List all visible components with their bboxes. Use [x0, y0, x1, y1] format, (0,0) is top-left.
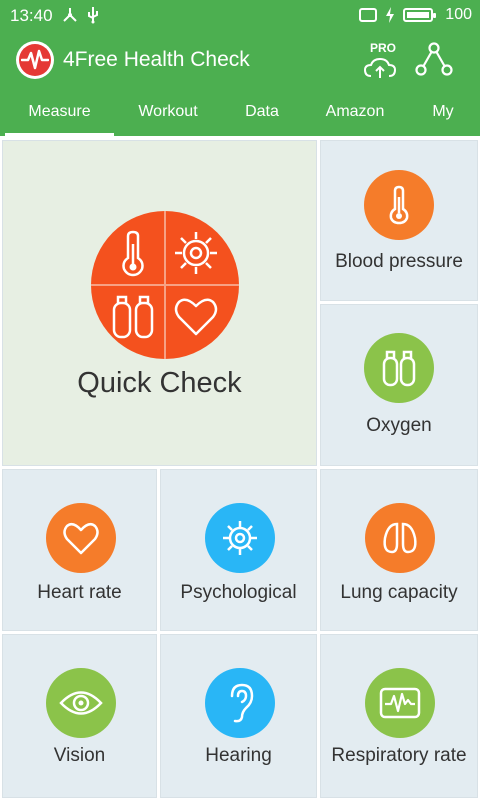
share-button[interactable] — [414, 42, 454, 78]
vision-label: Vision — [53, 745, 106, 766]
heart-rate-label: Heart rate — [37, 582, 122, 603]
tab-my[interactable]: My — [408, 88, 478, 136]
battery-icon — [403, 8, 437, 22]
pro-label: PRO — [370, 41, 397, 55]
share-icon — [415, 42, 453, 76]
quick-check-icon — [91, 211, 239, 359]
pro-upgrade-button[interactable]: PRO — [362, 40, 398, 80]
cloud-upload-icon — [363, 57, 397, 78]
blood-pressure-icon — [364, 170, 434, 240]
app-title: 4Free Health Check — [63, 48, 250, 71]
psychological-label: Psychological — [180, 582, 297, 603]
vision-icon — [46, 668, 116, 738]
status-time: 13:40 — [10, 6, 53, 25]
usb-icon — [88, 7, 98, 24]
vision-tile[interactable]: Vision — [2, 634, 157, 798]
respiratory-rate-tile[interactable]: Respiratory rate — [320, 634, 478, 798]
oxygen-tanks-icon — [112, 295, 154, 339]
battery-level: 100 — [445, 6, 472, 23]
charging-icon — [386, 7, 395, 23]
lung-capacity-label: Lung capacity — [340, 582, 458, 603]
gear-icon — [175, 232, 217, 274]
heart-rate-tile[interactable]: Heart rate — [2, 469, 157, 631]
tab-amazon[interactable]: Amazon — [306, 88, 404, 136]
message-icon — [359, 8, 378, 22]
thermometer-icon — [122, 230, 144, 277]
lung-capacity-tile[interactable]: Lung capacity — [320, 469, 478, 631]
oxygen-icon — [364, 333, 434, 403]
app-logo-icon — [16, 41, 54, 79]
lung-capacity-icon — [365, 503, 435, 573]
oxygen-tile[interactable]: Oxygen — [320, 304, 478, 466]
status-bar: 13:40 100 — [0, 0, 480, 32]
oxygen-label: Oxygen — [366, 415, 432, 436]
hearing-label: Hearing — [205, 745, 272, 766]
app-bar: 4Free Health Check PRO — [0, 32, 480, 88]
hearing-tile[interactable]: Hearing — [160, 634, 317, 798]
tab-bar: Measure Workout Data Amazon My — [0, 88, 480, 136]
network-icon — [63, 8, 77, 22]
tab-measure[interactable]: Measure — [5, 88, 114, 136]
measure-grid: Quick Check Blood pressure Oxygen Heart … — [0, 136, 480, 800]
quick-check-label: Quick Check — [77, 367, 242, 399]
tab-data[interactable]: Data — [222, 88, 302, 136]
respiratory-rate-icon — [365, 668, 435, 738]
blood-pressure-tile[interactable]: Blood pressure — [320, 140, 478, 301]
hearing-icon — [205, 668, 275, 738]
blood-pressure-label: Blood pressure — [335, 251, 463, 272]
heart-icon — [174, 298, 218, 336]
respiratory-rate-label: Respiratory rate — [331, 745, 467, 766]
psychological-icon — [205, 503, 275, 573]
psychological-tile[interactable]: Psychological — [160, 469, 317, 631]
tab-workout[interactable]: Workout — [118, 88, 218, 136]
heart-rate-icon — [46, 503, 116, 573]
quick-check-tile[interactable]: Quick Check — [2, 140, 317, 466]
